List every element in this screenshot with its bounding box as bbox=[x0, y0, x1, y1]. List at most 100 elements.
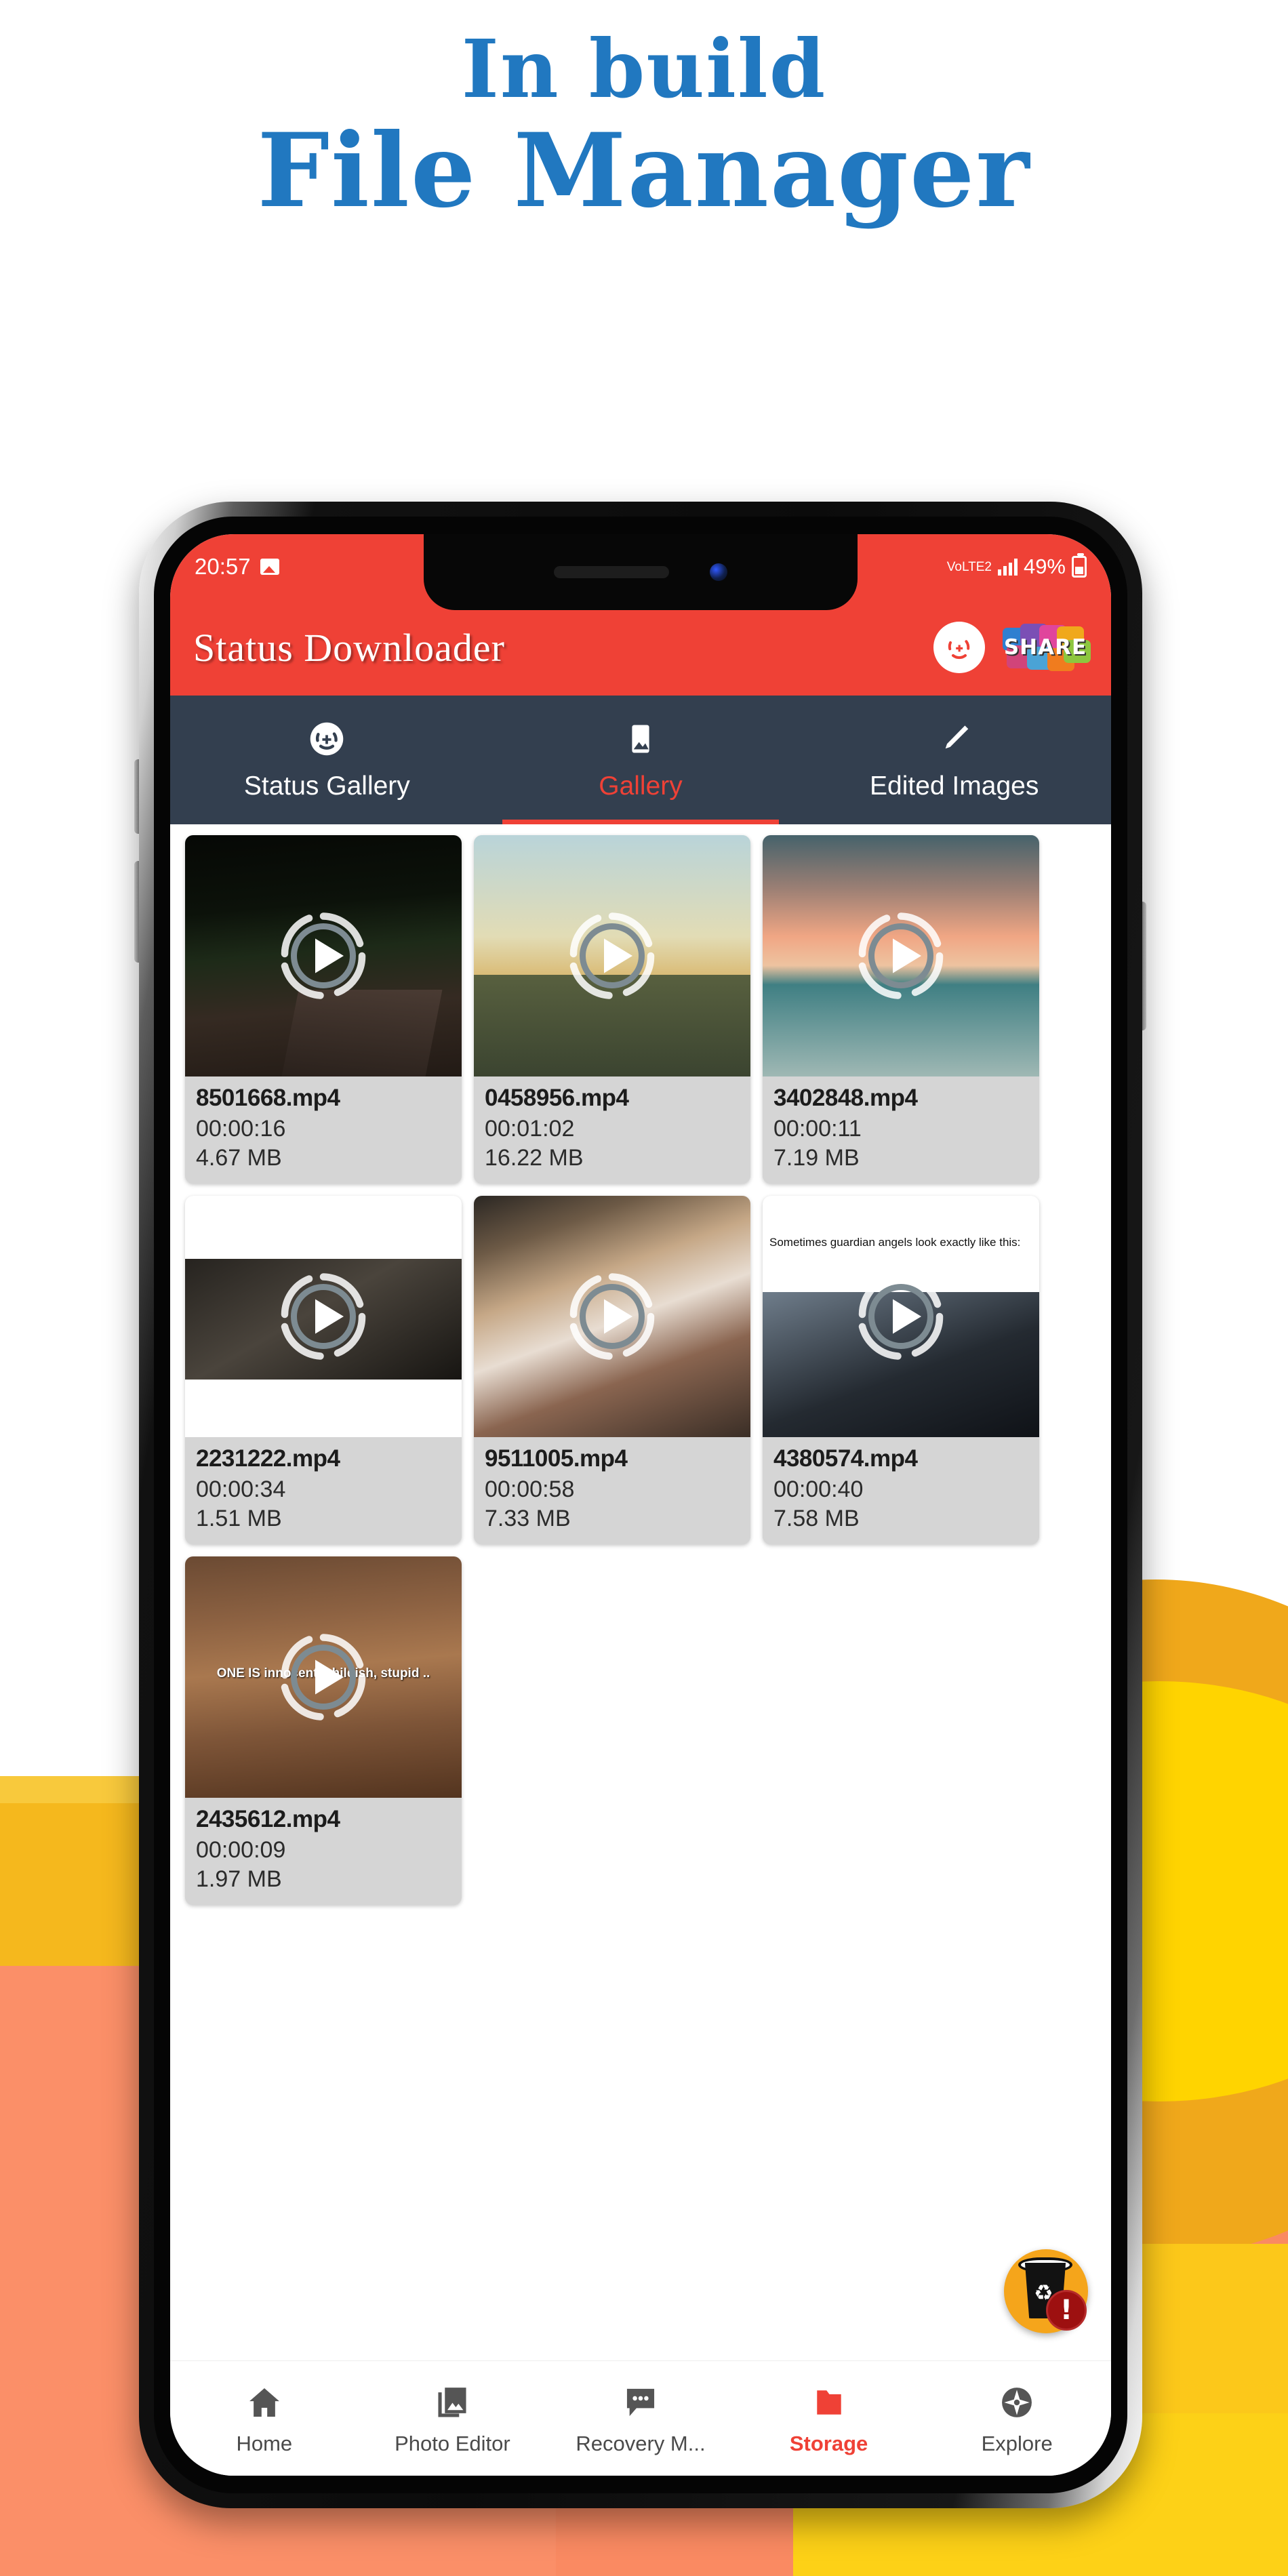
photo-icon bbox=[260, 559, 279, 575]
video-meta: 4380574.mp4 00:00:40 7.58 MB bbox=[763, 1437, 1039, 1544]
bottom-navigation: Home Photo Editor Recovery M... Storage … bbox=[170, 2360, 1111, 2476]
file-name: 3402848.mp4 bbox=[773, 1085, 918, 1111]
folder-icon bbox=[810, 2381, 848, 2423]
video-thumbnail[interactable] bbox=[763, 835, 1039, 1076]
video-meta: 3402848.mp4 00:00:11 7.19 MB bbox=[763, 1076, 1039, 1184]
status-refresh-button[interactable] bbox=[933, 622, 985, 673]
file-duration: 00:00:34 bbox=[196, 1476, 286, 1502]
home-icon bbox=[245, 2381, 283, 2423]
file-size: 1.97 MB bbox=[196, 1866, 282, 1892]
status-bar-left: 20:57 bbox=[195, 554, 279, 580]
phone-device: 20:57 VoLTE2 49% Status Downloader SHARE… bbox=[139, 502, 1142, 2508]
video-card[interactable]: 8501668.mp4 00:00:16 4.67 MB bbox=[185, 835, 462, 1184]
file-duration: 00:00:09 bbox=[196, 1837, 286, 1863]
app-bar: Status Downloader SHARE bbox=[170, 599, 1111, 696]
tab-gallery[interactable]: Gallery bbox=[484, 696, 798, 824]
file-name: 2435612.mp4 bbox=[196, 1806, 340, 1832]
nav-item-recovery-manager[interactable]: Recovery M... bbox=[546, 2381, 735, 2456]
video-card[interactable]: Sometimes guardian angels look exactly l… bbox=[763, 1196, 1039, 1544]
app-title: Status Downloader bbox=[193, 625, 505, 670]
front-camera-icon bbox=[710, 563, 727, 581]
tab-status-gallery[interactable]: Status Gallery bbox=[170, 696, 484, 824]
file-size: 16.22 MB bbox=[485, 1145, 584, 1171]
tab-label: Gallery bbox=[599, 771, 683, 801]
file-size: 7.33 MB bbox=[485, 1506, 571, 1531]
battery-percent-label: 49% bbox=[1023, 555, 1066, 578]
video-card[interactable]: ONE IS innocent, childish, stupid .. 243… bbox=[185, 1556, 462, 1905]
network-label: VoLTE2 bbox=[946, 559, 992, 574]
video-meta: 9511005.mp4 00:00:58 7.33 MB bbox=[474, 1437, 750, 1544]
nav-item-photo-editor[interactable]: Photo Editor bbox=[359, 2381, 547, 2456]
file-duration: 00:00:16 bbox=[196, 1116, 286, 1142]
file-size: 7.19 MB bbox=[773, 1145, 860, 1171]
video-thumbnail[interactable] bbox=[474, 1196, 750, 1437]
video-card[interactable]: 2231222.mp4 00:00:34 1.51 MB bbox=[185, 1196, 462, 1544]
recycle-bin-fab[interactable]: ♻ ! bbox=[1004, 2249, 1088, 2333]
play-icon bbox=[281, 1273, 366, 1360]
file-name: 2231222.mp4 bbox=[196, 1445, 340, 1472]
video-meta: 0458956.mp4 00:01:02 16.22 MB bbox=[474, 1076, 750, 1184]
gallery-scroll-area[interactable]: 8501668.mp4 00:00:16 4.67 MB 0458956.mp4… bbox=[170, 824, 1111, 2360]
earpiece-speaker bbox=[554, 566, 669, 578]
nav-label: Explore bbox=[981, 2431, 1053, 2455]
file-name: 0458956.mp4 bbox=[485, 1085, 629, 1111]
status-refresh-icon bbox=[948, 640, 970, 660]
tab-bar: Status Gallery Gallery Edited Images bbox=[170, 696, 1111, 824]
photos-icon bbox=[433, 2381, 471, 2423]
phone-bezel: 20:57 VoLTE2 49% Status Downloader SHARE… bbox=[154, 517, 1127, 2493]
video-card[interactable]: 3402848.mp4 00:00:11 7.19 MB bbox=[763, 835, 1039, 1184]
video-thumbnail[interactable]: Sometimes guardian angels look exactly l… bbox=[763, 1196, 1039, 1437]
nav-item-explore[interactable]: Explore bbox=[923, 2381, 1111, 2456]
tab-label: Edited Images bbox=[870, 771, 1039, 801]
video-thumbnail[interactable] bbox=[185, 1196, 462, 1437]
compass-icon bbox=[998, 2381, 1036, 2423]
video-meta: 2231222.mp4 00:00:34 1.51 MB bbox=[185, 1437, 462, 1544]
nav-label: Photo Editor bbox=[395, 2431, 510, 2455]
file-name: 9511005.mp4 bbox=[485, 1445, 628, 1472]
play-icon bbox=[858, 1273, 944, 1360]
file-size: 7.58 MB bbox=[773, 1506, 860, 1531]
signal-bars-icon bbox=[997, 558, 1018, 576]
file-duration: 00:01:02 bbox=[485, 1116, 575, 1142]
video-thumbnail[interactable] bbox=[185, 835, 462, 1076]
nav-item-storage[interactable]: Storage bbox=[735, 2381, 923, 2456]
play-icon bbox=[858, 912, 944, 999]
nav-label: Storage bbox=[789, 2431, 868, 2455]
tab-edited-images[interactable]: Edited Images bbox=[797, 696, 1111, 824]
file-size: 1.51 MB bbox=[196, 1506, 282, 1531]
status-bar-time: 20:57 bbox=[195, 554, 251, 579]
pencil-icon bbox=[935, 719, 973, 759]
phone-notch bbox=[424, 534, 858, 610]
alert-badge: ! bbox=[1046, 2290, 1087, 2331]
image-icon bbox=[622, 719, 660, 759]
nav-label: Recovery M... bbox=[576, 2431, 706, 2455]
video-meta: 2435612.mp4 00:00:09 1.97 MB bbox=[185, 1798, 462, 1905]
video-card[interactable]: 9511005.mp4 00:00:58 7.33 MB bbox=[474, 1196, 750, 1544]
chat-icon bbox=[622, 2381, 660, 2423]
nav-label: Home bbox=[236, 2431, 293, 2455]
status-sync-icon bbox=[308, 719, 346, 759]
file-name: 8501668.mp4 bbox=[196, 1085, 340, 1111]
file-duration: 00:00:40 bbox=[773, 1476, 864, 1502]
file-size: 4.67 MB bbox=[196, 1145, 282, 1171]
phone-screen: 20:57 VoLTE2 49% Status Downloader SHARE… bbox=[170, 534, 1111, 2476]
video-card[interactable]: 0458956.mp4 00:01:02 16.22 MB bbox=[474, 835, 750, 1184]
video-thumbnail[interactable] bbox=[474, 835, 750, 1076]
video-grid: 8501668.mp4 00:00:16 4.67 MB 0458956.mp4… bbox=[185, 835, 1111, 1905]
thumbnail-caption: Sometimes guardian angels look exactly l… bbox=[769, 1235, 1021, 1249]
tab-underline bbox=[502, 820, 779, 824]
status-bar-right: VoLTE2 49% bbox=[946, 553, 1087, 579]
file-duration: 00:00:11 bbox=[773, 1116, 862, 1142]
play-icon bbox=[281, 1634, 366, 1720]
video-meta: 8501668.mp4 00:00:16 4.67 MB bbox=[185, 1076, 462, 1184]
battery-icon bbox=[1072, 553, 1087, 578]
play-icon bbox=[569, 1273, 655, 1360]
share-label: SHARE bbox=[1003, 635, 1087, 660]
share-button[interactable]: SHARE bbox=[1003, 624, 1091, 671]
nav-item-home[interactable]: Home bbox=[170, 2381, 359, 2456]
play-icon bbox=[569, 912, 655, 999]
tab-label: Status Gallery bbox=[243, 771, 410, 801]
play-icon bbox=[281, 912, 366, 999]
video-thumbnail[interactable]: ONE IS innocent, childish, stupid .. bbox=[185, 1556, 462, 1798]
file-name: 4380574.mp4 bbox=[773, 1445, 918, 1472]
